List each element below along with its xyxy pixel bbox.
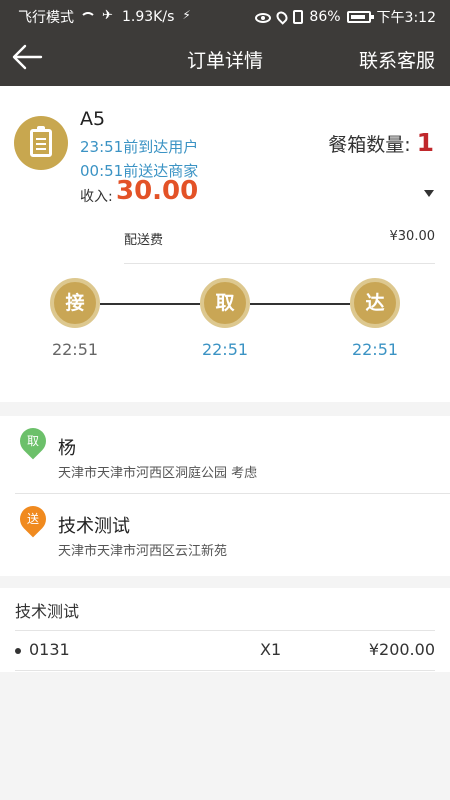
pickup-name: 杨	[58, 438, 76, 459]
contact-service-button[interactable]: 联系客服	[359, 46, 435, 73]
network-speed: 1.93K/s	[122, 9, 175, 25]
step-accept-time: 22:51	[51, 340, 99, 359]
pickup-address-item[interactable]: 取 杨 天津市天津市河西区洞庭公园 考虑	[0, 416, 450, 494]
order-card: A5 23:51前到达用户 00:51前送达商家 餐箱数量: 1 收入: 30.0…	[0, 86, 450, 402]
status-right: 86% 下午3:12	[255, 7, 436, 27]
divider	[15, 670, 435, 671]
pickup-address: 天津市天津市河西区洞庭公园 考虑	[58, 466, 258, 481]
eye-icon	[255, 13, 272, 23]
goods-qty: X1	[260, 640, 282, 659]
usb-icon	[180, 8, 194, 24]
airplane-mode-label: 飞行模式	[18, 10, 74, 26]
delivery-address-item[interactable]: 送 技术测试 天津市天津市河西区云江新苑	[0, 494, 450, 572]
step-arrive: 达	[350, 278, 400, 328]
expand-caret-icon[interactable]	[424, 190, 434, 197]
box-count: 餐箱数量: 1	[328, 128, 434, 157]
timeline-connector	[100, 303, 200, 305]
airplane-icon	[102, 8, 116, 24]
income-label: 收入:	[80, 189, 113, 205]
fee-row: 配送费 ¥30.00	[124, 226, 435, 264]
pickup-marker-icon: 取	[14, 422, 52, 460]
location-icon	[274, 9, 291, 25]
status-left: 飞行模式 1.93K/s	[18, 7, 194, 27]
deliver-deadline: 23:51前到达用户	[80, 138, 199, 156]
bullet-icon	[15, 648, 21, 654]
vibrate-icon	[293, 10, 304, 24]
fee-amount: ¥30.00	[389, 229, 436, 244]
pickup-tag: 取	[26, 434, 39, 448]
nav-bar: 订单详情 联系客服	[0, 32, 450, 86]
delivery-marker-icon: 送	[14, 500, 52, 538]
step-arrive-time: 22:51	[351, 340, 399, 359]
status-bar: 飞行模式 1.93K/s 86% 下午3:12	[0, 0, 450, 32]
step-pickup-time: 22:51	[201, 340, 249, 359]
box-count-label: 餐箱数量:	[328, 134, 411, 156]
top-bar: 飞行模式 1.93K/s 86% 下午3:12 订单详情 联系客服	[0, 0, 450, 86]
box-count-value: 1	[416, 128, 434, 157]
delivery-name: 技术测试	[58, 516, 130, 537]
address-section: 取 杨 天津市天津市河西区洞庭公园 考虑 送 技术测试 天津市天津市河西区云江新…	[0, 416, 450, 576]
clipboard-icon	[14, 116, 68, 170]
goods-title: 技术测试	[15, 602, 80, 621]
clock: 下午3:12	[376, 10, 436, 26]
fee-label: 配送费	[124, 233, 164, 248]
delivery-address: 天津市天津市河西区云江新苑	[58, 544, 228, 559]
delivery-tag: 送	[26, 512, 39, 526]
goods-row: 0131 X1 ¥200.00	[15, 638, 435, 666]
income-value: 30.00	[116, 176, 199, 206]
step-pickup: 取	[200, 278, 250, 328]
order-code: A5	[80, 108, 106, 130]
divider	[15, 630, 435, 631]
goods-price: ¥200.00	[368, 640, 435, 659]
wifi-icon	[80, 12, 96, 22]
timeline-connector	[250, 303, 350, 305]
goods-code: 0131	[29, 640, 70, 659]
battery-percent: 86%	[309, 9, 341, 25]
battery-icon	[346, 11, 374, 23]
goods-section: 技术测试 0131 X1 ¥200.00	[0, 588, 450, 672]
step-accept: 接	[50, 278, 100, 328]
